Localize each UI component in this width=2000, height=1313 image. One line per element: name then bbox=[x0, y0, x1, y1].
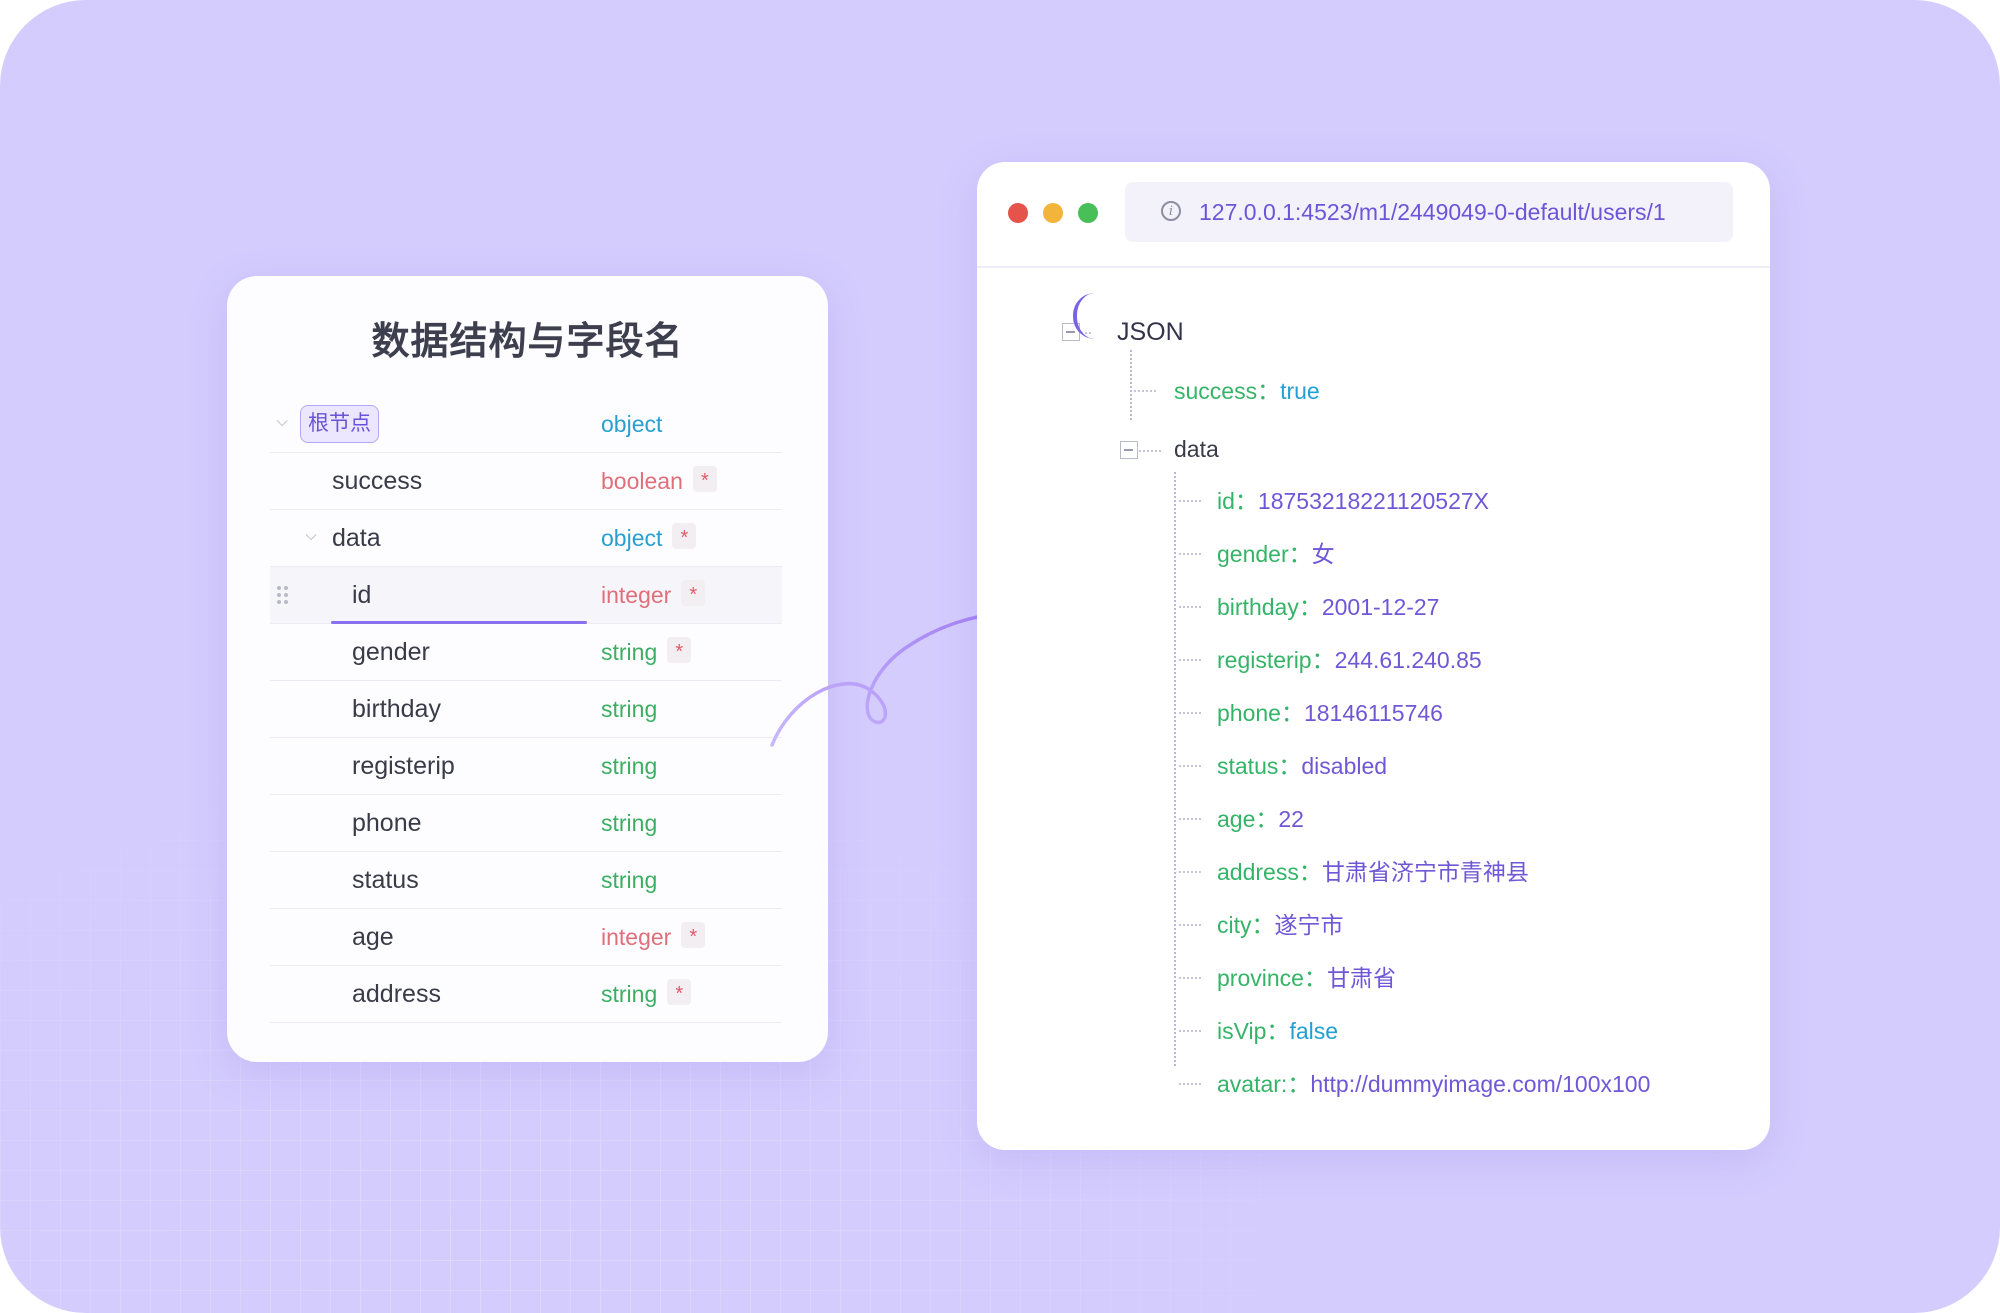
json-field-line[interactable]: age：22 bbox=[1217, 804, 1304, 834]
field-name[interactable]: success bbox=[332, 453, 422, 509]
schema-row-registerip[interactable]: registerip string bbox=[270, 738, 782, 795]
schema-row-id[interactable]: id integer * bbox=[270, 567, 782, 624]
canvas-background: 数据结构与字段名 ⌵ 根节点 object success boolean * ⌵… bbox=[0, 0, 2000, 1313]
type-label[interactable]: string bbox=[601, 738, 657, 794]
info-icon[interactable]: i bbox=[1161, 201, 1181, 221]
root-node-badge[interactable]: 根节点 bbox=[300, 405, 379, 443]
schema-card: 数据结构与字段名 ⌵ 根节点 object success boolean * ⌵… bbox=[227, 276, 828, 1062]
tree-connector bbox=[1179, 1083, 1201, 1085]
schema-row-status[interactable]: status string bbox=[270, 852, 782, 909]
type-label[interactable]: object bbox=[601, 396, 662, 452]
schema-title: 数据结构与字段名 bbox=[371, 321, 684, 363]
tree-connector bbox=[1179, 765, 1201, 767]
json-field-line[interactable]: gender：女 bbox=[1217, 539, 1335, 569]
type-label[interactable]: string bbox=[601, 795, 657, 851]
field-name[interactable]: gender bbox=[352, 624, 430, 680]
schema-row-birthday[interactable]: birthday string bbox=[270, 681, 782, 738]
field-name[interactable]: birthday bbox=[352, 681, 441, 737]
type-label[interactable]: string * bbox=[601, 624, 692, 680]
tree-connector bbox=[1179, 977, 1201, 979]
schema-row-phone[interactable]: phone string bbox=[270, 795, 782, 852]
tree-connector bbox=[1130, 350, 1132, 420]
drag-handle-icon[interactable] bbox=[277, 586, 291, 606]
field-name[interactable]: data bbox=[332, 510, 381, 566]
json-tree: JSON success：true data id：18753218221120… bbox=[977, 266, 1770, 1150]
chevron-down-icon[interactable]: ⌵ bbox=[272, 412, 292, 432]
json-field-line[interactable]: birthday：2001-12-27 bbox=[1217, 592, 1439, 622]
schema-row-gender[interactable]: gender string * bbox=[270, 624, 782, 681]
json-field-line[interactable]: id：18753218221120527X bbox=[1217, 486, 1489, 516]
field-name[interactable]: registerip bbox=[352, 738, 455, 794]
json-field-line[interactable]: phone：18146115746 bbox=[1217, 698, 1443, 728]
tree-connector bbox=[1179, 553, 1201, 555]
collapse-box-icon[interactable] bbox=[1120, 441, 1138, 459]
json-field-line[interactable]: registerip：244.61.240.85 bbox=[1217, 645, 1482, 675]
browser-window: i 127.0.0.1:4523/m1/2449049-0-default/us… bbox=[977, 162, 1770, 1150]
tree-connector bbox=[1179, 924, 1201, 926]
chevron-down-icon[interactable]: ⌵ bbox=[301, 526, 321, 546]
type-label[interactable]: object * bbox=[601, 510, 697, 566]
url-text[interactable]: 127.0.0.1:4523/m1/2449049-0-default/user… bbox=[1199, 182, 1666, 242]
tree-connector bbox=[1179, 500, 1201, 502]
tree-connector bbox=[1179, 1030, 1201, 1032]
tree-connector bbox=[1179, 659, 1201, 661]
schema-row-root[interactable]: ⌵ 根节点 object bbox=[270, 396, 782, 453]
schema-row-data[interactable]: ⌵ data object * bbox=[270, 510, 782, 567]
json-success-line[interactable]: success：true bbox=[1174, 376, 1320, 406]
required-badge[interactable]: * bbox=[667, 979, 692, 1005]
json-field-line[interactable]: status：disabled bbox=[1217, 751, 1387, 781]
schema-row-age[interactable]: age integer * bbox=[270, 909, 782, 966]
schema-list: ⌵ 根节点 object success boolean * ⌵ data obj… bbox=[270, 396, 782, 1023]
tree-connector bbox=[1179, 818, 1201, 820]
json-field-line[interactable]: province：甘肃省 bbox=[1217, 963, 1396, 993]
field-name[interactable]: id bbox=[352, 567, 371, 623]
field-name[interactable]: address bbox=[352, 966, 441, 1022]
json-root-label[interactable]: JSON bbox=[1117, 317, 1184, 347]
tree-connector bbox=[1174, 472, 1176, 1066]
browser-toolbar: i 127.0.0.1:4523/m1/2449049-0-default/us… bbox=[977, 162, 1770, 268]
json-field-line[interactable]: isVip：false bbox=[1217, 1016, 1338, 1046]
type-label[interactable]: string bbox=[601, 852, 657, 908]
json-field-line[interactable]: avatar:：http://dummyimage.com/100x100 bbox=[1217, 1069, 1650, 1099]
type-label[interactable]: boolean * bbox=[601, 453, 717, 509]
close-window-dot[interactable] bbox=[1008, 203, 1028, 223]
json-field-line[interactable]: address：甘肃省济宁市青神县 bbox=[1217, 857, 1529, 887]
type-label[interactable]: string * bbox=[601, 966, 692, 1022]
field-name[interactable]: phone bbox=[352, 795, 422, 851]
maximize-window-dot[interactable] bbox=[1078, 203, 1098, 223]
type-label[interactable]: string bbox=[601, 681, 657, 737]
required-badge[interactable]: * bbox=[681, 922, 706, 948]
field-name[interactable]: status bbox=[352, 852, 419, 908]
type-label[interactable]: integer * bbox=[601, 567, 706, 623]
schema-row-address[interactable]: address string * bbox=[270, 966, 782, 1023]
tree-connector bbox=[1134, 390, 1156, 392]
tree-connector bbox=[1179, 712, 1201, 714]
tree-connector bbox=[1179, 606, 1201, 608]
tree-connector bbox=[1179, 871, 1201, 873]
required-badge[interactable]: * bbox=[667, 637, 692, 663]
tree-connector bbox=[1139, 450, 1161, 452]
address-bar[interactable]: i 127.0.0.1:4523/m1/2449049-0-default/us… bbox=[1125, 182, 1733, 242]
type-label[interactable]: integer * bbox=[601, 909, 706, 965]
required-badge[interactable]: * bbox=[681, 580, 706, 606]
field-name[interactable]: age bbox=[352, 909, 394, 965]
json-data-label[interactable]: data bbox=[1174, 434, 1219, 464]
json-field-line[interactable]: city：遂宁市 bbox=[1217, 910, 1344, 940]
minimize-window-dot[interactable] bbox=[1043, 203, 1063, 223]
schema-row-success[interactable]: success boolean * bbox=[270, 453, 782, 510]
required-badge[interactable]: * bbox=[672, 523, 697, 549]
required-badge[interactable]: * bbox=[692, 466, 717, 492]
